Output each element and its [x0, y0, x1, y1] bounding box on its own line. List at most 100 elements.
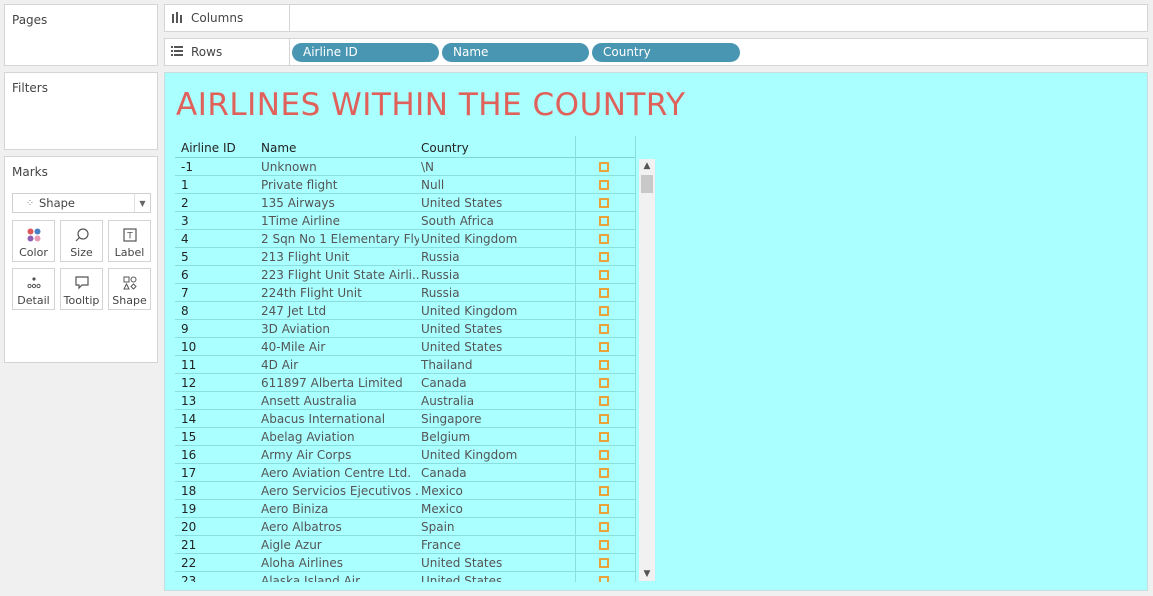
- scroll-up-icon[interactable]: ▲: [639, 159, 655, 173]
- table-row[interactable]: 15 Abelag Aviation Belgium: [175, 428, 635, 446]
- table-row[interactable]: 9 3D Aviation United States: [175, 320, 635, 338]
- columns-shelf[interactable]: Columns: [164, 4, 1148, 32]
- column-divider: [575, 136, 576, 582]
- cell-name: Aero Albatros: [261, 520, 342, 534]
- rows-label: Rows: [191, 45, 223, 59]
- scroll-thumb[interactable]: [641, 175, 653, 193]
- cell-name: 223 Flight Unit State Airli..: [261, 268, 419, 282]
- detail-button[interactable]: Detail: [12, 268, 55, 310]
- cell-country: Thailand: [421, 358, 473, 372]
- table-row[interactable]: 16 Army Air Corps United Kingdom: [175, 446, 635, 464]
- table-row[interactable]: 10 40-Mile Air United States: [175, 338, 635, 356]
- vertical-scrollbar[interactable]: ▲ ▼: [639, 159, 655, 581]
- square-mark-icon[interactable]: [599, 504, 609, 514]
- pages-panel[interactable]: Pages: [4, 4, 158, 66]
- cell-country: Canada: [421, 376, 467, 390]
- svg-text:T: T: [126, 232, 133, 242]
- tooltip-button[interactable]: Tooltip: [60, 268, 103, 310]
- cell-airline-id: 7: [181, 286, 189, 300]
- cell-name: Abacus International: [261, 412, 386, 426]
- square-mark-icon[interactable]: [599, 468, 609, 478]
- table-row[interactable]: 4 2 Sqn No 1 Elementary Fly.. United Kingd…: [175, 230, 635, 248]
- square-mark-icon[interactable]: [599, 252, 609, 262]
- rows-shelf[interactable]: Rows Airline ID Name Country: [164, 38, 1148, 66]
- cell-name: Aigle Azur: [261, 538, 322, 552]
- table-row[interactable]: 21 Aigle Azur France: [175, 536, 635, 554]
- square-mark-icon[interactable]: [599, 198, 609, 208]
- table-row[interactable]: 19 Aero Biniza Mexico: [175, 500, 635, 518]
- table-row[interactable]: 20 Aero Albatros Spain: [175, 518, 635, 536]
- rows-icon: [171, 45, 185, 60]
- chevron-down-icon[interactable]: ▼: [134, 194, 150, 212]
- table-row[interactable]: 2 135 Airways United States: [175, 194, 635, 212]
- square-mark-icon[interactable]: [599, 558, 609, 568]
- table-row[interactable]: 12 611897 Alberta Limited Canada: [175, 374, 635, 392]
- table-row[interactable]: 7 224th Flight Unit Russia: [175, 284, 635, 302]
- square-mark-icon[interactable]: [599, 342, 609, 352]
- scroll-down-icon[interactable]: ▼: [639, 567, 655, 581]
- square-mark-icon[interactable]: [599, 288, 609, 298]
- cell-name: 224th Flight Unit: [261, 286, 362, 300]
- cell-airline-id: 21: [181, 538, 197, 552]
- table-row[interactable]: 14 Abacus International Singapore: [175, 410, 635, 428]
- square-mark-icon[interactable]: [599, 522, 609, 532]
- square-mark-icon[interactable]: [599, 234, 609, 244]
- square-mark-icon[interactable]: [599, 540, 609, 550]
- table-row[interactable]: 11 4D Air Thailand: [175, 356, 635, 374]
- square-mark-icon[interactable]: [599, 360, 609, 370]
- table-row[interactable]: 23 Alaska Island Air United States: [175, 572, 635, 582]
- cell-country: Mexico: [421, 484, 463, 498]
- cell-airline-id: 18: [181, 484, 197, 498]
- cell-name: 4D Air: [261, 358, 299, 372]
- cell-airline-id: 5: [181, 250, 189, 264]
- size-button[interactable]: Size: [60, 220, 103, 262]
- square-mark-icon[interactable]: [599, 450, 609, 460]
- square-mark-icon[interactable]: [599, 378, 609, 388]
- cell-name: Alaska Island Air: [261, 574, 361, 582]
- color-button[interactable]: Color: [12, 220, 55, 262]
- cell-country: South Africa: [421, 214, 494, 228]
- tooltip-label: Tooltip: [63, 294, 100, 307]
- cell-name: 1Time Airline: [261, 214, 340, 228]
- square-mark-icon[interactable]: [599, 180, 609, 190]
- table-row[interactable]: 8 247 Jet Ltd United Kingdom: [175, 302, 635, 320]
- shape-button[interactable]: Shape: [108, 268, 151, 310]
- mark-type-dropdown[interactable]: ⁘ Shape ▼: [12, 193, 151, 213]
- pill-name[interactable]: Name: [442, 43, 589, 62]
- cell-name: Ansett Australia: [261, 394, 357, 408]
- square-mark-icon[interactable]: [599, 576, 609, 582]
- square-mark-icon[interactable]: [599, 396, 609, 406]
- cell-country: United Kingdom: [421, 448, 518, 462]
- table-row[interactable]: 1 Private flight Null: [175, 176, 635, 194]
- square-mark-icon[interactable]: [599, 486, 609, 496]
- pill-airline-id[interactable]: Airline ID: [292, 43, 439, 62]
- table-rows: -1 Unknown \N 1 Private flight Null 2 135 Airwa…: [175, 158, 635, 582]
- square-mark-icon[interactable]: [599, 162, 609, 172]
- square-mark-icon[interactable]: [599, 306, 609, 316]
- table-row[interactable]: 6 223 Flight Unit State Airli.. Russia: [175, 266, 635, 284]
- pill-country[interactable]: Country: [592, 43, 740, 62]
- columns-label: Columns: [191, 11, 244, 25]
- table-row[interactable]: 17 Aero Aviation Centre Ltd. Canada: [175, 464, 635, 482]
- square-mark-icon[interactable]: [599, 216, 609, 226]
- square-mark-icon[interactable]: [599, 414, 609, 424]
- filters-panel[interactable]: Filters: [4, 72, 158, 150]
- cell-airline-id: 3: [181, 214, 189, 228]
- header-country[interactable]: Country: [421, 141, 469, 155]
- square-mark-icon[interactable]: [599, 270, 609, 280]
- table-row[interactable]: 13 Ansett Australia Australia: [175, 392, 635, 410]
- cell-airline-id: 23: [181, 574, 197, 582]
- marks-panel: Marks ⁘ Shape ▼ Color Size T Label Detai…: [4, 156, 158, 363]
- cell-airline-id: 9: [181, 322, 189, 336]
- table-row[interactable]: 22 Aloha Airlines United States: [175, 554, 635, 572]
- header-airline-id[interactable]: Airline ID: [181, 141, 236, 155]
- table-row[interactable]: 3 1Time Airline South Africa: [175, 212, 635, 230]
- cell-airline-id: 1: [181, 178, 189, 192]
- table-row[interactable]: -1 Unknown \N: [175, 158, 635, 176]
- square-mark-icon[interactable]: [599, 432, 609, 442]
- label-button[interactable]: T Label: [108, 220, 151, 262]
- table-row[interactable]: 18 Aero Servicios Ejecutivos .. Mexico: [175, 482, 635, 500]
- table-row[interactable]: 5 213 Flight Unit Russia: [175, 248, 635, 266]
- header-name[interactable]: Name: [261, 141, 296, 155]
- square-mark-icon[interactable]: [599, 324, 609, 334]
